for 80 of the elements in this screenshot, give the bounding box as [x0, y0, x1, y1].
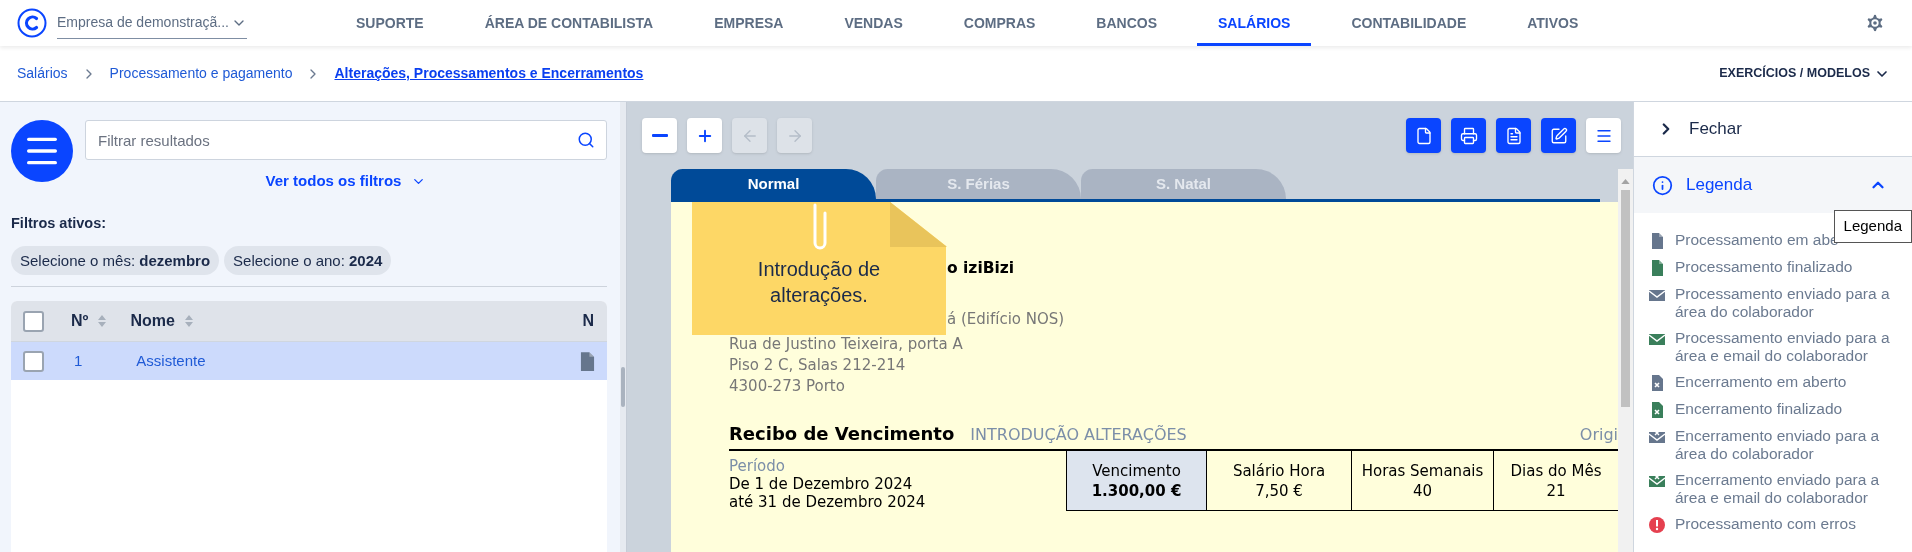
logo-icon[interactable] [17, 8, 47, 38]
legend-label: Processamento finalizado [1675, 258, 1853, 276]
nav-tab[interactable]: VENDAS [823, 0, 924, 46]
printer-icon [1459, 126, 1478, 145]
receipt-title: Recibo de Vencimento [729, 422, 955, 446]
legend-label: Encerramento enviado para a área do colaborador [1675, 427, 1881, 463]
table-cell-text: 1 [74, 351, 83, 371]
legend-label: Processamento com erros [1675, 515, 1856, 533]
legend-label: Encerramento em aberto [1675, 373, 1847, 391]
summary-label: Vencimento [1092, 460, 1181, 481]
resize-handle[interactable] [621, 367, 625, 407]
minus-icon [651, 134, 668, 137]
column-header[interactable]: N [582, 309, 594, 334]
column-header[interactable]: Nome [130, 309, 175, 334]
summary-value: 21 [1546, 480, 1566, 501]
nav-tab[interactable]: ATIVOS [1506, 0, 1600, 46]
period-label: Período [729, 457, 786, 475]
scrollbar[interactable] [1618, 169, 1633, 552]
zoom-out-button[interactable] [642, 118, 677, 153]
address-line: Piso 2 C, Salas 212-214 [729, 355, 907, 376]
company-name: o iziBizi [947, 258, 1016, 278]
nav-tab[interactable]: SUPORTE [335, 0, 445, 46]
company-select[interactable]: Empresa de demonstraçã... [57, 7, 247, 39]
zoom-in-button[interactable] [687, 118, 722, 153]
active-filters-title: Filtros ativos: [11, 213, 108, 233]
summary-label: Horas Semanais [1361, 460, 1484, 481]
period-text: De 1 de Dezembro 2024 [729, 475, 914, 493]
address-line: á (Edifício NOS) [947, 309, 1066, 329]
summary-label: Dias do Mês [1510, 460, 1602, 481]
search-icon[interactable] [577, 131, 595, 149]
select-all-checkbox[interactable] [23, 310, 44, 332]
summary-value: 1.300,00 € [1091, 480, 1182, 501]
print-button[interactable] [1451, 118, 1486, 153]
exercises-menu[interactable]: EXERCÍCIOS / MODELOS [1719, 64, 1890, 83]
document-icon [1504, 126, 1523, 145]
scroll-up-icon[interactable] [1621, 179, 1630, 184]
legend-label: Encerramento finalizado [1675, 400, 1843, 418]
column-header[interactable]: Nº [71, 309, 89, 334]
document-tab[interactable]: Normal [671, 169, 876, 199]
employee-link[interactable]: Assistente [136, 350, 206, 373]
filter-chip[interactable]: Selecione o mês: dezembro [11, 246, 220, 276]
tooltip: Legenda [1833, 210, 1912, 243]
pdf-button[interactable] [1496, 118, 1531, 153]
summary-value: 7,50 € [1255, 480, 1303, 501]
legend-label: Encerramento enviado para a área e email do colaborador [1675, 471, 1881, 507]
period-text: até 31 de Dezembro 2024 [729, 493, 926, 511]
nav-tab[interactable]: SALÁRIOS [1197, 0, 1312, 46]
nav-tab[interactable]: CONTABILIDADE [1330, 0, 1488, 46]
new-file-button[interactable] [1406, 118, 1441, 153]
row-checkbox[interactable] [23, 350, 44, 372]
nav-tab[interactable]: BANCOS [1075, 0, 1179, 46]
address-line: Rua de Justino Teixeira, porta A [729, 334, 964, 355]
legend-label: Processamento enviado para a área e email do colaborador [1675, 329, 1891, 365]
scroll-thumb[interactable] [1621, 190, 1630, 407]
file-icon [1414, 126, 1433, 145]
nav-tab[interactable]: ÁREA DE CONTABILISTA [463, 0, 675, 46]
info-icon [1652, 174, 1673, 196]
legend-label: Processamento enviado para a área do colaborador [1675, 285, 1891, 321]
receipt-subtitle: INTRODUÇÃO ALTERAÇÕES [970, 424, 1187, 446]
legend-header[interactable]: Legenda [1634, 157, 1912, 213]
summary-value: 40 [1412, 480, 1433, 501]
breadcrumb-link[interactable]: Salários [17, 63, 68, 84]
file-icon[interactable] [580, 351, 595, 371]
nav-tab[interactable]: EMPRESA [693, 0, 805, 46]
address-line: 4300-273 Porto [729, 376, 846, 397]
filter-chip[interactable]: Selecione o ano: 2024 [224, 246, 392, 276]
note-fold-drawing [890, 202, 947, 247]
search-field[interactable]: Filtrar resultados [85, 120, 607, 160]
note-text: Introdução de alterações. [756, 257, 882, 308]
all-filters-link[interactable]: Ver todos os filtros [265, 170, 427, 193]
summary-label: Salário Hora [1232, 460, 1326, 481]
edit-button[interactable] [1541, 118, 1576, 153]
breadcrumb-link[interactable]: Processamento e pagamento [109, 63, 293, 84]
settings-icon[interactable] [1864, 12, 1886, 34]
original-label: Origi [1579, 424, 1618, 446]
nav-tab[interactable]: COMPRAS [942, 0, 1057, 46]
menu-button[interactable] [1586, 118, 1621, 153]
table-row[interactable]: 1 Assistente [11, 341, 607, 381]
edit-icon [1549, 126, 1568, 145]
breadcrumb-link[interactable]: Alterações, Processamentos e Encerramentos [334, 63, 644, 84]
